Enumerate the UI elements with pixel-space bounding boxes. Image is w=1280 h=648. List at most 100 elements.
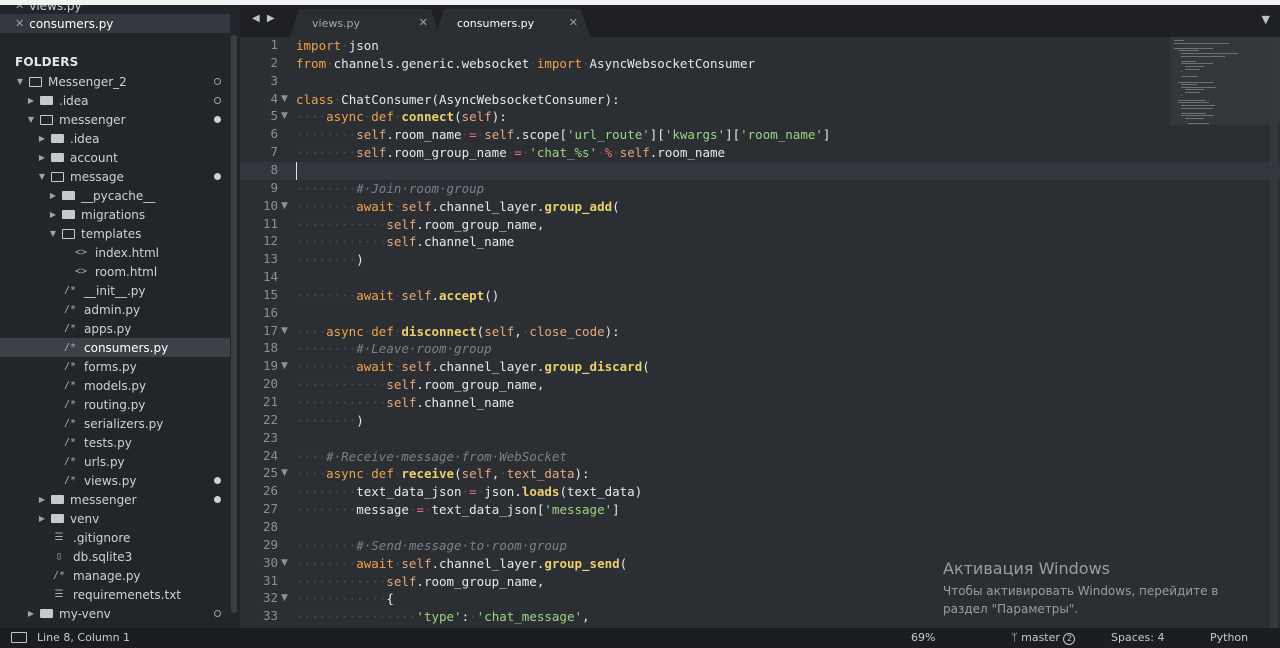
tree-folder[interactable]: ▼ templates: [0, 224, 230, 243]
code-line[interactable]: ········self.room_name·=·self.scope['url…: [296, 126, 830, 144]
tree-folder[interactable]: ▶ .idea: [0, 129, 230, 148]
tree-folder[interactable]: ▶ migrations: [0, 205, 230, 224]
tree-folder[interactable]: ▶ my-venv: [0, 604, 230, 623]
code-line[interactable]: ············{: [296, 590, 394, 608]
chevron-down-icon[interactable]: ▼: [26, 115, 36, 124]
git-branch[interactable]: ᛘ master 2: [1011, 631, 1076, 645]
code-line[interactable]: ············self.channel_name: [296, 233, 514, 251]
code-line[interactable]: ················'type':·'chat_message',: [296, 608, 590, 626]
tree-file[interactable]: /* serializers.py: [0, 414, 230, 433]
tree-folder[interactable]: ▶ messenger: [0, 490, 230, 509]
chevron-down-icon[interactable]: ▼: [48, 229, 58, 238]
code-line[interactable]: ············self.room_group_name,: [296, 376, 544, 394]
tree-file[interactable]: ☰ requiremenets.txt: [0, 585, 230, 604]
cursor-position[interactable]: Line 8, Column 1: [37, 631, 130, 644]
tree-file[interactable]: /* admin.py: [0, 300, 230, 319]
tree-file[interactable]: /* manage.py: [0, 566, 230, 585]
tab-dropdown-icon[interactable]: ▼: [1262, 13, 1270, 26]
code-line[interactable]: ········message·=·text_data_json['messag…: [296, 501, 620, 519]
code-line[interactable]: ····#·Receive·message·from·WebSocket: [296, 448, 567, 466]
fold-toggle-icon[interactable]: ▼: [281, 468, 288, 478]
tree-file[interactable]: /* tests.py: [0, 433, 230, 452]
tree-file[interactable]: /* consumers.py: [0, 338, 230, 357]
code-token: ············: [296, 234, 387, 250]
fold-toggle-icon[interactable]: ▼: [281, 201, 288, 211]
tree-folder[interactable]: ▶ venv: [0, 509, 230, 528]
tree-folder[interactable]: ▶ .idea: [0, 91, 230, 110]
tree-file[interactable]: /* apps.py: [0, 319, 230, 338]
tree-file[interactable]: /* views.py: [0, 471, 230, 490]
tree-folder[interactable]: ▼ Messenger_2: [0, 72, 230, 91]
tree-file[interactable]: /* models.py: [0, 376, 230, 395]
open-file-item[interactable]: ✕ consumers.py: [0, 14, 230, 33]
line-number: 32: [262, 590, 278, 606]
tree-folder[interactable]: ▶ account: [0, 148, 230, 167]
code-line[interactable]: ········await·self.channel_layer.group_d…: [296, 358, 650, 376]
code-line[interactable]: ········await·self.channel_layer.group_s…: [296, 555, 627, 573]
code-line[interactable]: ····async·def·receive(self,·text_data):: [296, 465, 590, 483]
editor-scrollbar[interactable]: [1270, 37, 1278, 628]
code-token: ):: [491, 109, 507, 125]
code-line[interactable]: class·ChatConsumer(AsyncWebsocketConsume…: [296, 91, 620, 109]
code-line[interactable]: ········): [296, 251, 364, 269]
chevron-right-icon[interactable]: ▶: [48, 191, 58, 200]
sidebar-scrollbar[interactable]: [231, 35, 237, 613]
chevron-down-icon[interactable]: ▼: [37, 172, 47, 181]
fold-toggle-icon[interactable]: ▼: [281, 593, 288, 603]
tree-file[interactable]: /* forms.py: [0, 357, 230, 376]
fold-toggle-icon[interactable]: ▼: [281, 94, 288, 104]
code-line[interactable]: ····async·def·connect(self):: [296, 108, 507, 126]
code-line[interactable]: ········): [296, 412, 364, 430]
code-line[interactable]: ········#·Send·message·to·room·group: [296, 537, 567, 555]
tab-consumers-py[interactable]: consumers.py ✕: [435, 9, 590, 37]
chevron-right-icon[interactable]: ▶: [26, 96, 36, 105]
code-editor[interactable]: 1 2 3 4 ▼ 5 ▼ 6 7 8 9 10 ▼ 11 12 13 14 15 16 17 ▼ 18 19 ▼ 20 21 22…: [240, 37, 1280, 628]
minimap[interactable]: [1170, 37, 1280, 628]
indentation-setting[interactable]: Spaces: 4: [1111, 631, 1164, 644]
code-line[interactable]: ············self.channel_name: [296, 394, 514, 412]
code-line[interactable]: ············self.room_group_name,: [296, 573, 544, 591]
tree-file[interactable]: /* urls.py: [0, 452, 230, 471]
code-line[interactable]: ····async·def·disconnect(self,·close_cod…: [296, 323, 620, 341]
tree-folder[interactable]: ▼ message: [0, 167, 230, 186]
chevron-right-icon[interactable]: ▶: [37, 495, 47, 504]
chevron-right-icon[interactable]: ▶: [37, 134, 47, 143]
chevron-down-icon[interactable]: ▼: [15, 77, 25, 86]
close-icon[interactable]: ✕: [15, 5, 24, 12]
tab-views-py[interactable]: views.py ✕: [290, 9, 440, 37]
tree-folder[interactable]: ▶ __pycache__: [0, 186, 230, 205]
code-line[interactable]: ········await·self.accept(): [296, 287, 499, 305]
tree-file[interactable]: <> index.html: [0, 243, 230, 262]
tree-folder[interactable]: ▼ messenger: [0, 110, 230, 129]
code-line[interactable]: ········#·Join·room·group: [296, 180, 484, 198]
close-icon[interactable]: ✕: [569, 16, 578, 29]
panel-toggle-icon[interactable]: [11, 632, 27, 643]
close-icon[interactable]: ✕: [419, 16, 428, 29]
tab-nav-arrows-icon[interactable]: ◀ ▶: [252, 13, 277, 24]
fold-toggle-icon[interactable]: ▼: [281, 326, 288, 336]
code-line[interactable]: import·json: [296, 37, 379, 55]
chevron-right-icon[interactable]: ▶: [26, 609, 36, 618]
folder-tree: ▼ Messenger_2 ▶ .idea ▼ messenger ▶ .idea ▶ accou…: [0, 72, 230, 623]
tree-file[interactable]: ▯ db.sqlite3: [0, 547, 230, 566]
tree-file[interactable]: /* __init__.py: [0, 281, 230, 300]
tree-file[interactable]: <> room.html: [0, 262, 230, 281]
minimap-line: [1181, 105, 1216, 106]
fold-toggle-icon[interactable]: ▼: [281, 361, 288, 371]
fold-toggle-icon[interactable]: ▼: [281, 558, 288, 568]
tree-file[interactable]: /* routing.py: [0, 395, 230, 414]
line-number: 10: [262, 197, 278, 213]
chevron-right-icon[interactable]: ▶: [37, 153, 47, 162]
chevron-right-icon[interactable]: ▶: [37, 514, 47, 523]
code-line[interactable]: ········#·Leave·room·group: [296, 340, 492, 358]
code-line[interactable]: ········self.room_group_name·=·'chat_%s'…: [296, 144, 725, 162]
code-line[interactable]: from·channels.generic.websocket·import·A…: [296, 55, 755, 73]
code-line[interactable]: ········text_data_json·=·json.loads(text…: [296, 483, 642, 501]
fold-toggle-icon[interactable]: ▼: [281, 111, 288, 121]
syntax-selector[interactable]: Python: [1210, 631, 1248, 644]
close-icon[interactable]: ✕: [15, 17, 24, 30]
chevron-right-icon[interactable]: ▶: [48, 210, 58, 219]
code-line[interactable]: ········await·self.channel_layer.group_a…: [296, 198, 620, 216]
tree-file[interactable]: ☰ .gitignore: [0, 528, 230, 547]
code-line[interactable]: ············self.room_group_name,: [296, 216, 544, 234]
